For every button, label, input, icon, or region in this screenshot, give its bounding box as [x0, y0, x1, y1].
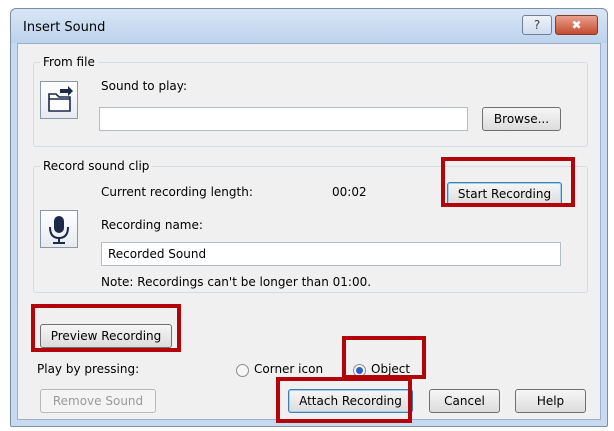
cancel-button[interactable]: Cancel: [429, 389, 500, 413]
close-button[interactable]: ✖: [555, 15, 598, 35]
start-recording-highlight: [441, 157, 575, 207]
from-file-legend: From file: [40, 55, 98, 69]
corner-icon-label[interactable]: Corner icon: [254, 362, 323, 376]
recording-length-label: Current recording length:: [101, 185, 253, 199]
preview-recording-highlight: [31, 304, 181, 352]
sound-file-input[interactable]: [99, 107, 468, 131]
insert-sound-dialog: Insert Sound ? ✖ From file Sound to play…: [10, 8, 608, 427]
from-file-group: From file Sound to play: Browse...: [33, 55, 588, 147]
browse-button[interactable]: Browse...: [482, 107, 561, 131]
help-title-button[interactable]: ?: [522, 15, 552, 35]
recording-limit-note: Note: Recordings can't be longer than 01…: [101, 275, 372, 289]
microphone-icon[interactable]: [40, 210, 78, 248]
recording-name-input[interactable]: Recorded Sound: [101, 242, 561, 266]
open-folder-icon[interactable]: [40, 81, 78, 119]
title-bar[interactable]: Insert Sound ? ✖: [11, 9, 607, 43]
remove-sound-button[interactable]: Remove Sound: [40, 389, 156, 413]
dialog-title: Insert Sound: [23, 20, 106, 35]
attach-recording-highlight: [276, 377, 412, 423]
sound-to-play-label: Sound to play:: [101, 79, 188, 93]
recording-length-value: 00:02: [332, 185, 367, 199]
dialog-body: From file Sound to play: Browse... Recor…: [17, 43, 601, 420]
object-radio-highlight: [342, 336, 426, 379]
play-by-pressing-label: Play by pressing:: [37, 362, 140, 376]
record-sound-legend: Record sound clip: [40, 159, 153, 173]
recording-name-label: Recording name:: [101, 218, 203, 232]
help-button[interactable]: Help: [515, 389, 586, 413]
corner-icon-radio[interactable]: [236, 364, 249, 377]
